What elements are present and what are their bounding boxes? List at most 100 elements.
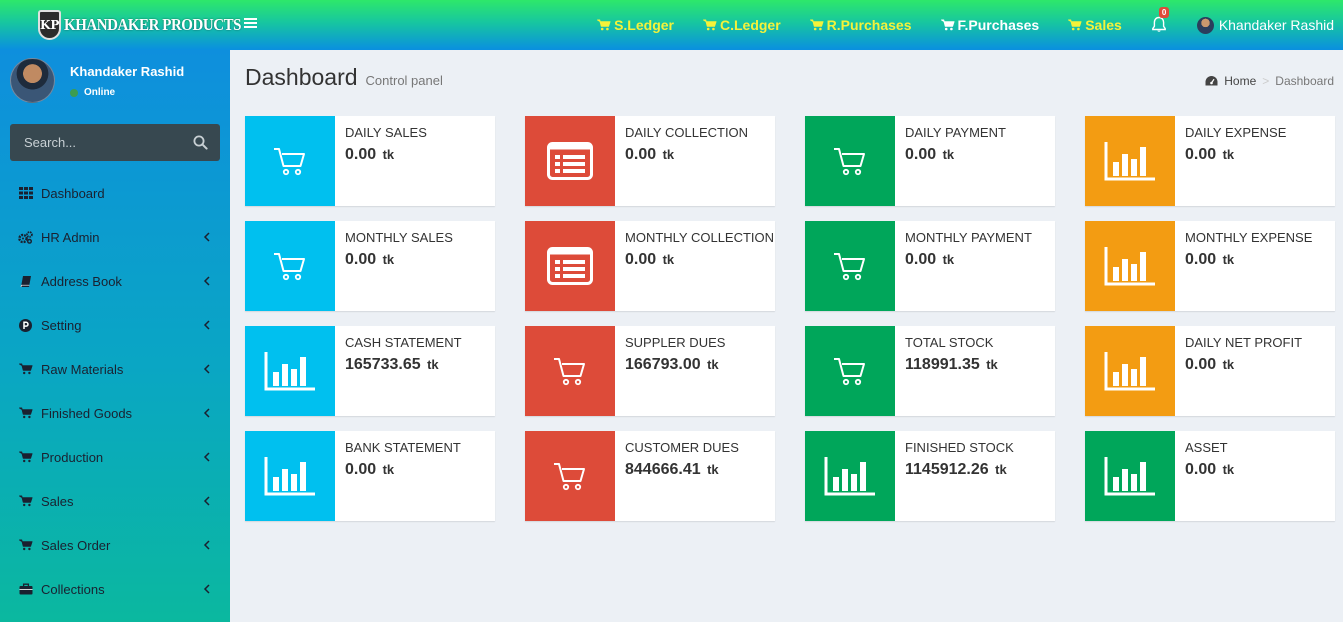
sidebar-item-sales[interactable]: Sales [0,479,230,523]
info-box-number: 0.00 [625,146,657,163]
info-box-finished-stock: FINISHED STOCK 1145912.26 tk [805,431,1055,521]
user-status-label: Online [84,87,116,98]
info-box-label: SUPPLER DUES [625,335,726,350]
info-box-daily-sales: DAILY SALES 0.00 tk [245,116,495,206]
info-box-value: 0.00 tk [905,146,954,164]
info-box-number: 166793.00 [625,356,701,373]
info-box-number: 0.00 [1185,251,1217,268]
info-box-number: 0.00 [1185,356,1217,373]
info-box-unit: tk [662,147,675,162]
cart-icon [245,116,335,206]
chevron-left-icon [203,539,211,551]
sidebar-item-label: HR Admin [41,229,100,245]
info-box-number: 844666.41 [625,461,701,478]
logo[interactable]: KP KHANDAKER PRODUCTS [0,0,242,50]
online-dot-icon [70,88,78,97]
info-box-value: 0.00 tk [345,251,394,269]
breadcrumb-separator: > [1262,74,1270,88]
info-box-customer-dues: CUSTOMER DUES 844666.41 tk [525,431,775,521]
sidebar-item-sales-order[interactable]: Sales Order [0,523,230,567]
book-icon [18,274,33,289]
cart-icon [805,221,895,311]
info-box-number: 0.00 [345,251,377,268]
info-box-unit: tk [427,357,439,372]
cart-icon [809,19,827,31]
info-box-value: 0.00 tk [625,146,674,164]
chevron-left-icon [203,451,211,463]
sidebar-item-label: Raw Materials [41,361,124,377]
bar-chart-icon [1085,431,1175,521]
info-box-value: 0.00 tk [625,251,674,269]
sidebar-item-finished-goods[interactable]: Finished Goods [0,391,230,435]
info-box-daily-net-profit: DAILY NET PROFIT 0.00 tk [1085,326,1335,416]
sidebar-item-label: Address Book [41,273,122,289]
info-box-number: 0.00 [345,461,377,478]
info-box-value: 0.00 tk [1185,461,1234,479]
notification-count-badge: 0 [1158,7,1170,18]
info-box-label: FINISHED STOCK [905,440,1014,455]
info-box-number: 0.00 [1185,146,1217,163]
info-box-unit: tk [942,147,955,162]
search-icon[interactable] [193,135,208,150]
chevron-left-icon [203,407,211,419]
user-menu-name: Khandaker Rashid [1218,17,1334,33]
list-alt-icon [525,116,615,206]
info-box-label: DAILY NET PROFIT [1185,335,1303,350]
top-nav-sales[interactable]: Sales [1068,17,1122,33]
info-box-daily-collection: DAILY COLLECTION 0.00 tk [525,116,775,206]
sidebar-item-address-book[interactable]: Address Book [0,259,230,303]
user-panel-name: Khandaker Rashid [70,64,185,79]
chevron-left-icon [203,583,211,595]
info-box-total-stock: TOTAL STOCK 118991.35 tk [805,326,1055,416]
info-box-label: TOTAL STOCK [905,335,994,350]
info-box-unit: tk [1222,462,1235,477]
info-box-value: 0.00 tk [1185,356,1234,374]
user-status: Online [70,87,115,98]
top-nav-s-ledger[interactable]: S.Ledger [597,17,674,33]
cart-icon [597,19,614,31]
briefcase-icon [18,582,33,597]
info-box-label: MONTHLY SALES [345,230,453,245]
top-nav-c-ledger[interactable]: C.Ledger [702,17,781,33]
info-box-number: 0.00 [905,146,937,163]
sidebar-item-label: Sales [41,493,74,509]
cart-icon [805,116,895,206]
info-box-unit: tk [942,252,955,267]
sidebar-item-raw-materials[interactable]: Raw Materials [0,347,230,391]
info-box-unit: tk [382,147,395,162]
sidebar-item-production[interactable]: Production [0,435,230,479]
chevron-left-icon [203,363,211,375]
avatar [1196,16,1214,34]
info-box-label: DAILY SALES [345,125,427,140]
top-nav-f-purchases[interactable]: F.Purchases [940,17,1039,33]
logo-badge: KP [38,10,62,40]
top-nav-r-purchases[interactable]: R.Purchases [809,17,912,33]
sidebar-toggle-icon[interactable] [244,16,258,32]
info-box-number: 118991.35 [905,356,980,373]
bar-chart-icon [1085,116,1175,206]
info-box-label: MONTHLY EXPENSE [1185,230,1313,245]
top-nav-label: Sales [1085,17,1122,33]
page-title: Dashboard [245,64,358,90]
sidebar-item-collections[interactable]: Collections [0,567,230,611]
list-alt-icon [525,221,615,311]
info-box-daily-payment: DAILY PAYMENT 0.00 tk [805,116,1055,206]
sidebar-item-setting[interactable]: Setting [0,303,230,347]
cart-icon [18,362,33,377]
info-box-label: MONTHLY PAYMENT [905,230,1032,245]
search-input[interactable] [10,124,185,161]
cart-icon [702,19,720,31]
breadcrumb-home[interactable]: Home [1224,74,1256,88]
user-menu[interactable]: Khandaker Rashid [1196,16,1334,34]
cart-icon [940,19,958,31]
info-box-number: 1145912.26 [905,461,989,478]
info-box-number: 0.00 [905,251,937,268]
breadcrumb-current: Dashboard [1275,74,1334,88]
chevron-left-icon [203,495,211,507]
info-box-unit: tk [382,462,395,477]
sidebar-item-dashboard[interactable]: Dashboard [0,171,230,215]
chevron-left-icon [203,275,211,287]
user-panel: Khandaker Rashid Online [10,58,220,108]
bell-icon[interactable]: 0 [1151,7,1170,34]
sidebar-item-hr-admin[interactable]: HR Admin [0,215,230,259]
